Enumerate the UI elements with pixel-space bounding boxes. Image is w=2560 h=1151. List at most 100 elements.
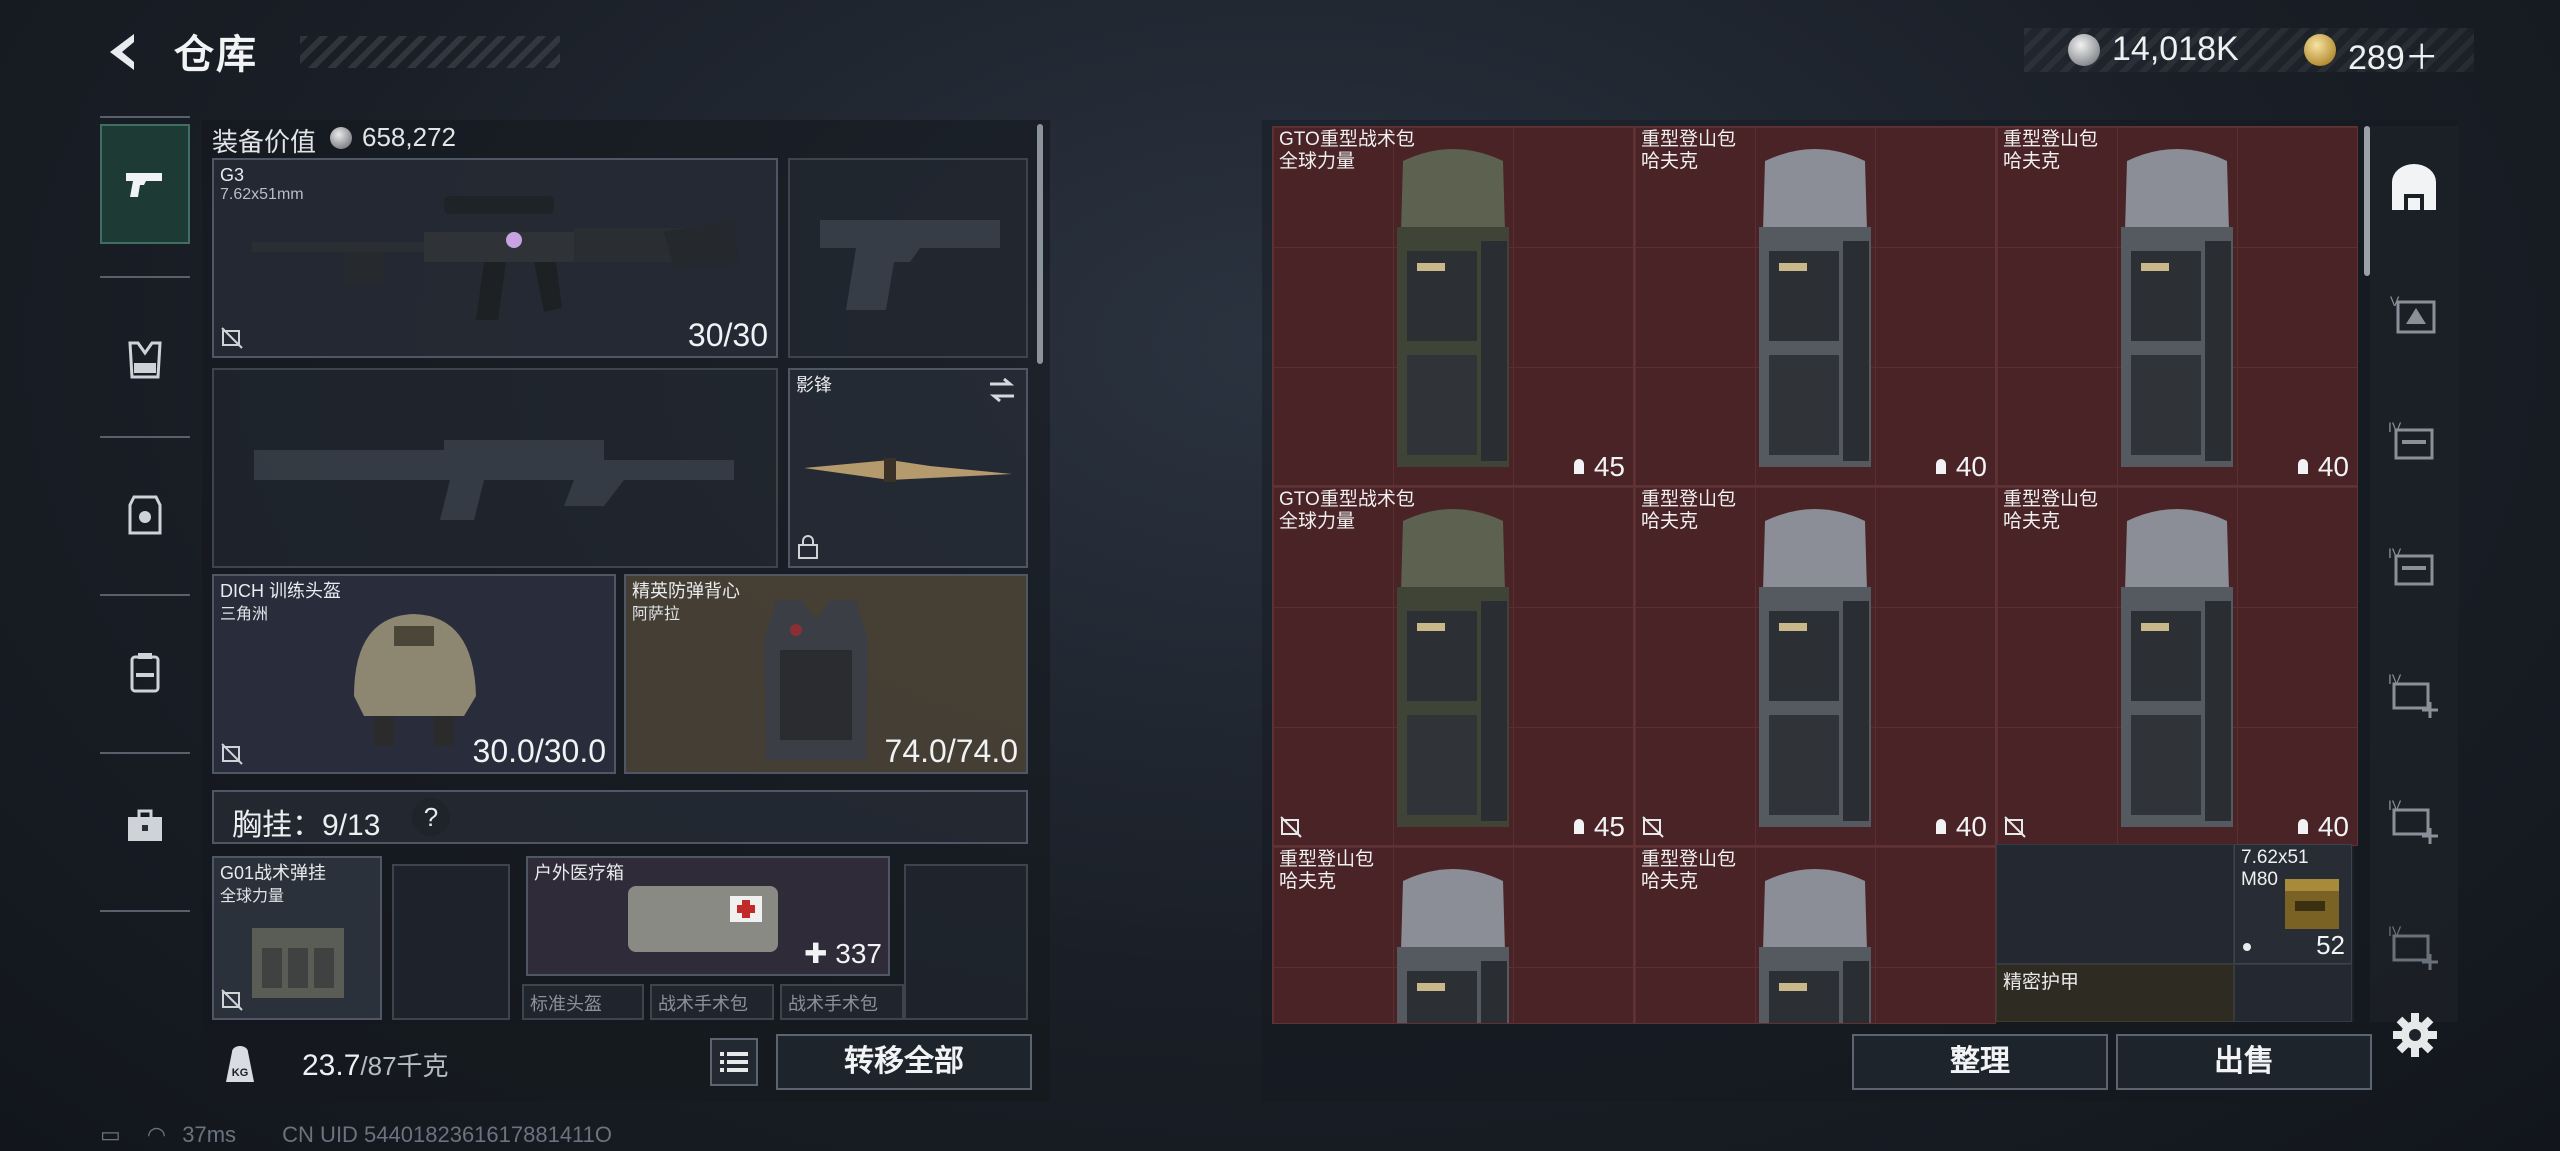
add-container-icon[interactable]: IV	[2384, 664, 2444, 724]
carry-weight: 23.7/87千克	[302, 1049, 449, 1082]
tab-backpack[interactable]	[100, 612, 190, 732]
stash-empty-cell[interactable]	[1996, 844, 2234, 964]
ammo-count: 52	[2316, 930, 2345, 960]
list-view-button[interactable]	[710, 1038, 758, 1086]
warehouse-icon[interactable]	[2384, 160, 2444, 220]
pocket-empty[interactable]	[904, 864, 1028, 1020]
backpack-capacity-icon	[2297, 819, 2308, 834]
melee-slot[interactable]: 影锋	[788, 368, 1028, 568]
rig-name: G01战术弹挂	[220, 863, 327, 883]
lock-icon	[798, 535, 818, 559]
add-container-icon[interactable]: IV	[2384, 916, 2444, 976]
ammo-type: M80	[2241, 869, 2278, 890]
item-maker: 全球力量	[1279, 511, 1356, 532]
back-arrow-icon[interactable]	[100, 28, 148, 76]
chest-rig-item-icon	[252, 928, 344, 998]
item-maker: 哈夫克	[2003, 151, 2061, 172]
chest-rig-slot[interactable]: G01战术弹挂 全球力量	[212, 856, 382, 1020]
tab-toolcase[interactable]	[100, 766, 190, 886]
chest-rig-label: 胸挂：9/13	[232, 809, 381, 842]
armor-item[interactable]: 精密护甲	[1996, 964, 2234, 1022]
item-name: 重型登山包	[2003, 129, 2099, 150]
container-iv-icon[interactable]: IV	[2384, 538, 2444, 598]
silver-balance: 14,018K	[2112, 30, 2239, 68]
stash-empty-cell[interactable]	[2234, 964, 2352, 1022]
vest-slot[interactable]: 精英防弹背心 阿萨拉 74.0/74.0	[624, 574, 1028, 774]
rail-divider	[100, 752, 190, 754]
add-container-icon[interactable]: IV	[2384, 790, 2444, 850]
backpack-icon	[1759, 509, 1871, 827]
sidearm-slot-empty[interactable]	[788, 158, 1028, 358]
equipment-value: 658,272	[362, 122, 456, 152]
capacity: 40	[2294, 811, 2349, 843]
medkit-name: 户外医疗箱	[534, 863, 624, 883]
stash-backpack-item[interactable]: GTO重型战术包 全球力量 45	[1272, 126, 1634, 486]
stash-backpack-item[interactable]: 重型登山包 哈夫克 40	[1634, 486, 1996, 846]
item-maker: 哈夫克	[2003, 511, 2061, 532]
item-name: 重型登山包	[2003, 489, 2099, 510]
svg-text:KG: KG	[232, 1067, 249, 1079]
stash-backpack-item[interactable]: 重型登山包 哈夫克 40	[1634, 126, 1996, 486]
tab-armor[interactable]	[100, 456, 190, 576]
no-insurance-icon	[1642, 816, 1664, 838]
capacity-value: 40	[2317, 451, 2349, 482]
stash-backpack-item[interactable]: GTO重型战术包 全球力量 45	[1272, 486, 1634, 846]
list-icon	[720, 1052, 748, 1072]
placeholder-surgery-kit[interactable]: 战术手术包	[650, 984, 774, 1020]
capacity-value: 40	[1955, 451, 1987, 482]
secondary-weapon-slot-empty[interactable]	[212, 368, 778, 568]
toolcase-icon	[128, 809, 162, 841]
help-icon[interactable]: ?	[412, 798, 450, 836]
medkit-slot[interactable]: 户外医疗箱 ✚ 337	[526, 856, 890, 976]
rig-pocket-empty[interactable]	[392, 864, 510, 1020]
capacity-value: 40	[2317, 811, 2349, 842]
item-name: GTO重型战术包	[1279, 489, 1415, 510]
backpack-capacity-icon	[2297, 459, 2308, 474]
placeholder-surgery-kit[interactable]: 战术手术包	[780, 984, 904, 1020]
ammo-stack-item[interactable]: 7.62x51 M80 52	[2234, 844, 2352, 964]
rail-divider	[100, 276, 190, 278]
no-insurance-icon	[221, 327, 243, 349]
gold-balance[interactable]: 289＋	[2348, 30, 2439, 79]
container-v-icon[interactable]: V	[2384, 286, 2444, 346]
pistol-silhouette-icon	[820, 220, 1000, 310]
no-insurance-icon	[221, 743, 243, 765]
no-insurance-icon	[1280, 816, 1302, 838]
ammo-dot-icon	[2243, 943, 2251, 951]
placeholder-helmet[interactable]: 标准头盔	[522, 984, 644, 1020]
item-name: 重型登山包	[1641, 489, 1737, 510]
primary-weapon-slot[interactable]: G3 7.62x51mm 30/30	[212, 158, 778, 358]
weapon-name: G3	[220, 165, 245, 185]
armor-vest-icon	[128, 495, 162, 535]
weight-kg-icon: KG	[226, 1046, 254, 1082]
backpack-icon	[2121, 509, 2233, 827]
swap-icon[interactable]	[986, 376, 1018, 404]
transfer-all-button[interactable]: 转移全部	[776, 1034, 1032, 1090]
medkit-icon	[628, 886, 778, 952]
melee-name: 影锋	[796, 375, 832, 395]
rail-divider	[100, 116, 190, 118]
stash-backpack-item[interactable]: 重型登山包 哈夫克 40	[1996, 126, 2358, 486]
stash-backpack-item[interactable]: 重型登山包 哈夫克 40	[1996, 486, 2358, 846]
item-name: 重型登山包	[1641, 129, 1737, 150]
sell-button[interactable]: 出售	[2116, 1034, 2372, 1090]
capacity: 40	[1932, 451, 1987, 483]
no-insurance-icon	[221, 989, 243, 1011]
stash-backpack-item[interactable]: 重型登山包 哈夫克	[1634, 846, 1996, 1024]
helmet-slot[interactable]: DICH 训练头盔 三角洲 30.0/30.0	[212, 574, 616, 774]
item-maker: 全球力量	[1279, 151, 1356, 172]
rifle-g3-icon	[252, 196, 739, 320]
player-uid: CN UID 5440182361617881411O	[282, 1122, 613, 1147]
settings-gear-icon[interactable]	[2390, 1010, 2440, 1060]
container-iv-icon[interactable]: IV	[2384, 412, 2444, 472]
capacity-value: 40	[1955, 811, 1987, 842]
capacity-value: 45	[1593, 451, 1625, 482]
tab-weapons[interactable]	[100, 124, 190, 244]
stash-backpack-item[interactable]: 重型登山包 哈夫克	[1272, 846, 1634, 1024]
ping: 37ms	[182, 1122, 237, 1147]
loadout-scrollbar[interactable]	[1037, 124, 1043, 364]
tab-chest-rig[interactable]	[100, 300, 190, 420]
status-bar: ▭ ◠ 37ms CN UID 5440182361617881411O	[100, 1122, 612, 1148]
battery-icon: ▭	[100, 1122, 121, 1147]
sort-button[interactable]: 整理	[1852, 1034, 2108, 1090]
